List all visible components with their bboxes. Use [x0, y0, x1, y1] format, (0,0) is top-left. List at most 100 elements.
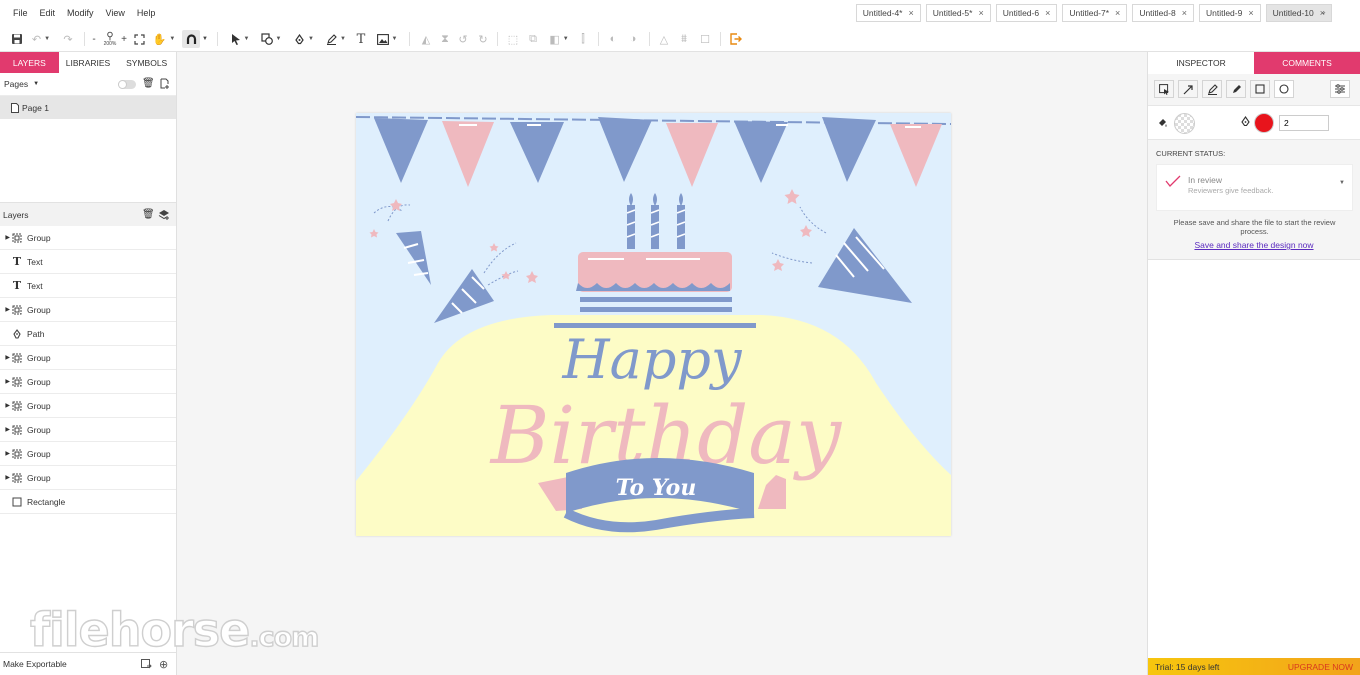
align-icon[interactable]: ⫿	[576, 30, 590, 48]
fit-screen-icon[interactable]	[132, 30, 146, 48]
text-tool-icon[interactable]: T	[354, 30, 368, 48]
zoom-in-icon[interactable]: +	[120, 30, 128, 48]
mask-icon[interactable]: △	[657, 30, 671, 48]
expand-arrow-icon[interactable]: ▶	[0, 426, 10, 433]
rotate-left-icon[interactable]: ↺	[456, 30, 470, 48]
export-slice-icon[interactable]	[141, 659, 152, 671]
layer-row[interactable]: Rectangle	[0, 490, 176, 514]
doc-tab[interactable]: Untitled-5* ×	[925, 4, 991, 22]
rectangle-comment-icon[interactable]	[1250, 80, 1270, 98]
layer-row[interactable]: ▶ Group	[0, 394, 176, 418]
select-comment-icon[interactable]	[1154, 80, 1174, 98]
menu-edit[interactable]: Edit	[34, 8, 62, 18]
expand-arrow-icon[interactable]: ▶	[0, 234, 10, 241]
delete-layer-icon[interactable]: 🗑	[142, 209, 155, 220]
boolean-union-icon[interactable]: ◐	[606, 30, 620, 48]
add-layer-icon[interactable]	[158, 209, 170, 222]
pencil-comment-icon[interactable]	[1202, 80, 1222, 98]
rectangle-icon	[11, 496, 23, 508]
trial-text: Trial: 15 days left	[1155, 661, 1220, 672]
pen-tool-icon[interactable]: ▼	[290, 30, 318, 48]
export-icon[interactable]	[728, 30, 744, 48]
add-export-icon[interactable]: ⊕	[159, 658, 168, 671]
close-icon[interactable]: ×	[1182, 8, 1187, 18]
flip-vertical-icon[interactable]: ⧗	[437, 30, 453, 48]
close-icon[interactable]: ×	[908, 8, 913, 18]
zoom-level[interactable]: ⚲ 200%	[100, 30, 120, 48]
make-exportable-label[interactable]: Make Exportable	[3, 659, 67, 669]
doc-tab[interactable]: Untitled-7* ×	[1062, 4, 1128, 22]
doc-tab[interactable]: Untitled-8 ×	[1132, 4, 1194, 22]
close-icon[interactable]: ×	[1045, 8, 1050, 18]
snap-magnet-icon[interactable]	[182, 30, 200, 48]
layer-row[interactable]: ▶ Group	[0, 226, 176, 250]
marker-icon[interactable]	[1226, 80, 1246, 98]
status-dropdown[interactable]: In review Reviewers give feedback. ▼	[1156, 164, 1353, 211]
path-operations-icon[interactable]: ⩩	[677, 30, 691, 48]
doc-tab[interactable]: Untitled-4* ×	[855, 4, 921, 22]
redo-icon[interactable]: ↷	[60, 30, 76, 48]
expand-arrow-icon[interactable]: ▶	[0, 474, 10, 481]
rotate-right-icon[interactable]: ↻	[476, 30, 490, 48]
artboard[interactable]: Happy Birthday To You	[356, 113, 951, 536]
layer-row[interactable]: ▶ Group	[0, 442, 176, 466]
close-icon[interactable]: ×	[1248, 8, 1253, 18]
snap-options-caret[interactable]: ▼	[200, 30, 210, 48]
expand-arrow-icon[interactable]: ▶	[0, 402, 10, 409]
layer-row[interactable]: ▶ Group	[0, 370, 176, 394]
menu-file[interactable]: File	[7, 8, 34, 18]
doc-tab[interactable]: Untitled-6 ×	[995, 4, 1058, 22]
boolean-subtract-icon[interactable]: ◑	[626, 30, 640, 48]
tab-libraries[interactable]: LIBRARIES	[58, 52, 118, 73]
frame-icon[interactable]: ☐	[698, 30, 712, 48]
arrow-tool-icon[interactable]	[1178, 80, 1198, 98]
tab-inspector[interactable]: INSPECTOR	[1148, 52, 1254, 74]
expand-arrow-icon[interactable]: ▶	[0, 378, 10, 385]
upgrade-button[interactable]: UPGRADE NOW	[1288, 662, 1353, 672]
pages-dropdown-icon[interactable]: ▼	[33, 81, 39, 87]
shape-tool-icon[interactable]: ▼	[257, 30, 285, 48]
ungroup-icon[interactable]: ⧉	[526, 30, 540, 48]
trash-icon[interactable]: 🗑	[142, 78, 155, 89]
save-icon[interactable]	[9, 30, 25, 48]
layer-row[interactable]: T Text	[0, 274, 176, 298]
group-icon[interactable]: ⬚	[506, 30, 520, 48]
zoom-out-icon[interactable]: -	[90, 30, 98, 48]
ellipse-comment-icon[interactable]	[1274, 80, 1294, 98]
stroke-width-input[interactable]	[1279, 115, 1329, 131]
expand-arrow-icon[interactable]: ▶	[0, 354, 10, 361]
tabs-overflow-icon[interactable]: ⌄	[1320, 7, 1327, 16]
fill-color-swatch[interactable]	[1174, 113, 1195, 134]
hand-tool-icon[interactable]: ✋ ▼	[150, 30, 178, 48]
layer-row[interactable]: ▶ Group	[0, 466, 176, 490]
expand-arrow-icon[interactable]: ▶	[0, 306, 10, 313]
tab-comments[interactable]: COMMENTS	[1254, 52, 1360, 74]
layer-row[interactable]: ▶ Group	[0, 298, 176, 322]
pencil-tool-icon[interactable]: ▼	[322, 30, 350, 48]
close-icon[interactable]: ×	[1115, 8, 1120, 18]
page-row[interactable]: Page 1	[0, 96, 176, 119]
close-icon[interactable]: ×	[978, 8, 983, 18]
menu-modify[interactable]: Modify	[61, 8, 100, 18]
layer-row[interactable]: Path	[0, 322, 176, 346]
layer-row[interactable]: ▶ Group	[0, 346, 176, 370]
pointer-tool-icon[interactable]: ▼	[227, 30, 253, 48]
menu-help[interactable]: Help	[131, 8, 162, 18]
stroke-color-swatch[interactable]	[1254, 113, 1274, 133]
tab-layers[interactable]: LAYERS	[0, 52, 59, 73]
layer-row[interactable]: ▶ Group	[0, 418, 176, 442]
image-tool-icon[interactable]: ▼	[373, 30, 401, 48]
expand-arrow-icon[interactable]: ▶	[0, 450, 10, 457]
pages-toggle[interactable]	[118, 80, 136, 89]
to-you-text: To You	[616, 475, 697, 501]
doc-tab[interactable]: Untitled-9 ×	[1198, 4, 1261, 22]
save-share-link[interactable]: Save and share the design now	[1148, 240, 1360, 250]
flip-horizontal-icon[interactable]: ◭	[418, 30, 434, 48]
add-page-icon[interactable]	[160, 78, 170, 91]
settings-sliders-icon[interactable]	[1330, 80, 1350, 98]
tab-symbols[interactable]: SYMBOLS	[117, 52, 177, 73]
layer-row[interactable]: T Text	[0, 250, 176, 274]
menu-view[interactable]: View	[100, 8, 131, 18]
undo-icon[interactable]: ↶ ▼	[29, 30, 53, 48]
arrange-icon[interactable]: ◧ ▼	[545, 30, 573, 48]
